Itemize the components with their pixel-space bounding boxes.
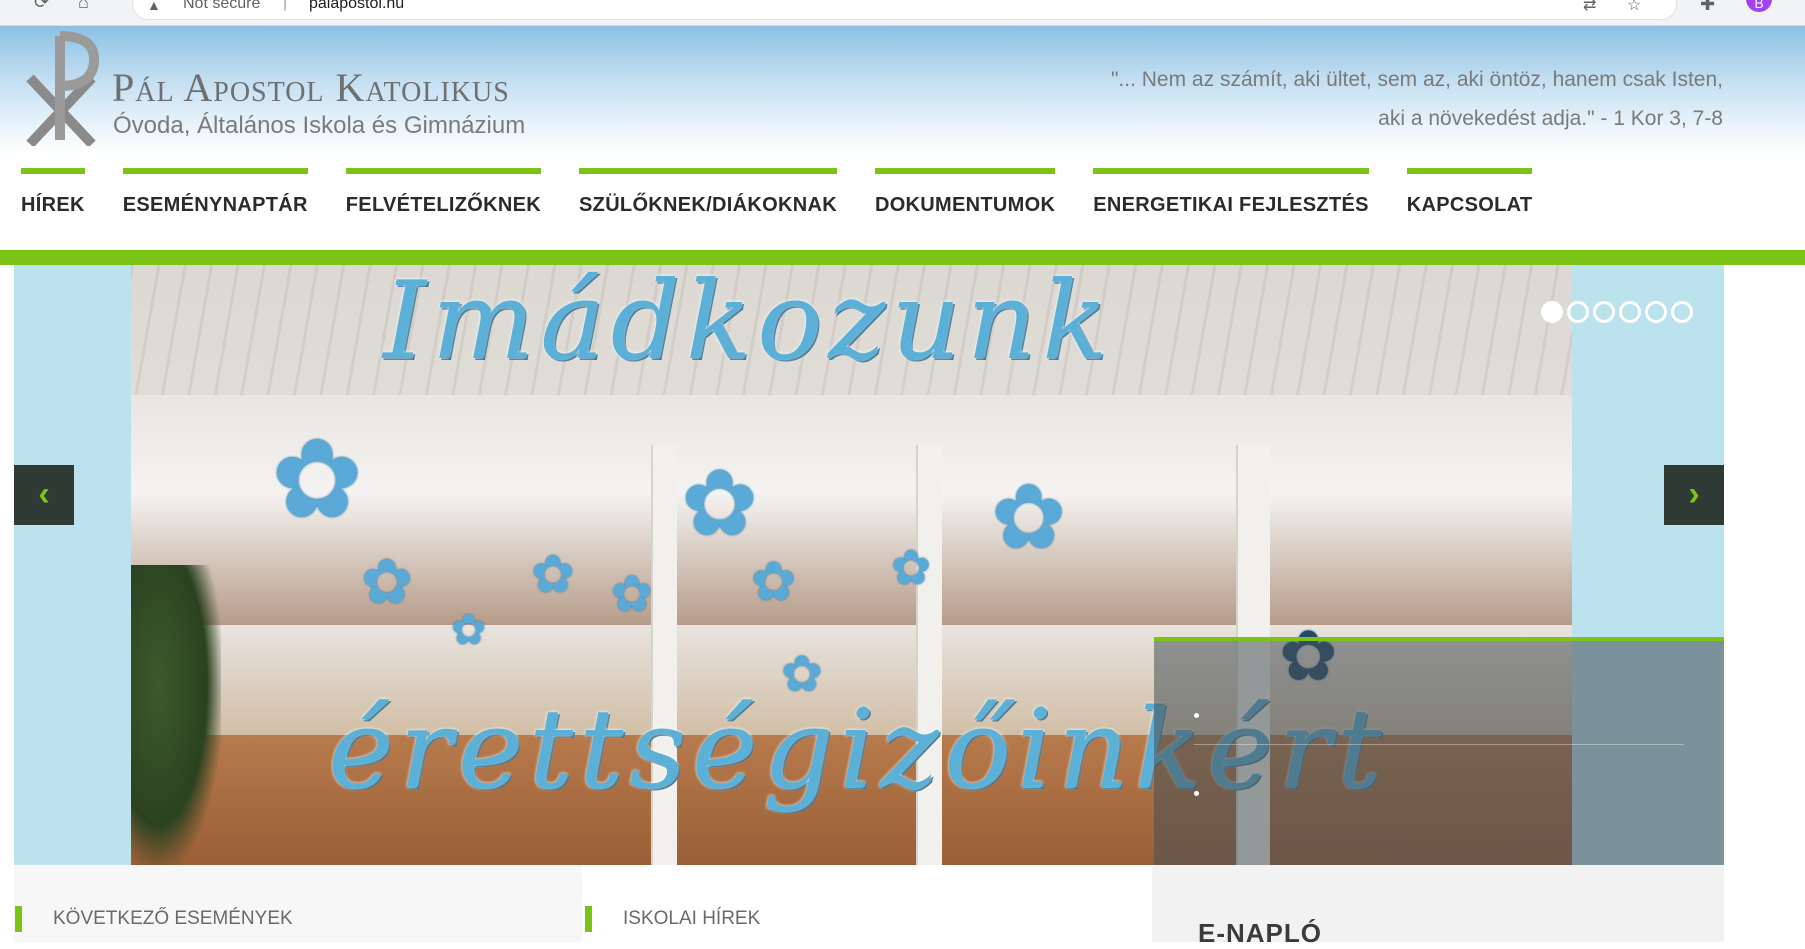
- quote-line-1: "... Nem az számít, aki ültet, sem az, a…: [1110, 68, 1723, 91]
- slider-dot-5[interactable]: [1645, 301, 1667, 323]
- address-separator: |: [283, 0, 288, 11]
- quote-line-2: aki a növekedést adja." - 1 Kor 3, 7-8: [1378, 107, 1723, 130]
- news-section-title: ISKOLAI HÍREK: [585, 906, 760, 932]
- main-navigation: HÍREK ESEMÉNYNAPTÁR FELVÉTELIZŐKNEK SZÜL…: [0, 168, 1549, 228]
- nav-item-szuloknek-diakoknak[interactable]: SZÜLŐKNEK/DIÁKOKNAK: [579, 168, 837, 228]
- nav-item-hirek[interactable]: HÍREK: [21, 168, 85, 228]
- photo-plant: [131, 565, 221, 865]
- paper-flower-icon: ✿: [891, 540, 932, 596]
- address-bar[interactable]: ▲ Not secure | palapostol.hu ⇄ ☆: [132, 0, 1677, 20]
- caption-dot: [1194, 713, 1199, 718]
- url-text[interactable]: palapostol.hu: [309, 0, 404, 13]
- image-slider[interactable]: ✿ ✿ ✿ ✿ ✿ ✿ ✿ ✿ ✿ ✿ ✿ Imádkozunk érettsé…: [14, 265, 1724, 865]
- slider-prev-button[interactable]: ‹: [14, 465, 74, 525]
- slide-headline-top: Imádkozunk: [383, 265, 1114, 384]
- home-icon[interactable]: ⌂: [78, 0, 89, 13]
- chi-rho-logo-icon[interactable]: [18, 28, 102, 146]
- nav-item-esemenynaptar[interactable]: ESEMÉNYNAPTÁR: [122, 168, 308, 228]
- chevron-right-icon: ›: [1688, 475, 1700, 513]
- nav-item-felvetelizoknek[interactable]: FELVÉTELIZŐKNEK: [345, 168, 542, 228]
- paper-flower-icon: ✿: [611, 565, 653, 623]
- slider-dot-1[interactable]: [1541, 301, 1563, 323]
- paper-flower-icon: ✿: [991, 465, 1067, 570]
- profile-avatar[interactable]: B: [1746, 0, 1772, 12]
- extensions-icon[interactable]: ✚: [1700, 0, 1715, 15]
- bookmark-star-icon[interactable]: ☆: [1627, 0, 1641, 15]
- slider-dot-3[interactable]: [1593, 301, 1615, 323]
- paper-flower-icon: ✿: [751, 550, 797, 613]
- slide-caption-box: [1154, 637, 1724, 865]
- warning-icon[interactable]: ▲: [147, 0, 161, 13]
- translate-icon[interactable]: ⇄: [1583, 0, 1596, 15]
- browser-toolbar: ⟳ ⌂ ▲ Not secure | palapostol.hu ⇄ ☆ ✚ B: [0, 0, 1805, 26]
- bible-quote: "... Nem az számít, aki ültet, sem az, a…: [963, 60, 1723, 138]
- nav-item-energetikai-fejlesztes[interactable]: ENERGETIKAI FEJLESZTÉS: [1093, 168, 1369, 228]
- caption-divider: [1194, 744, 1684, 745]
- security-label[interactable]: Not secure: [183, 0, 260, 13]
- enaplo-title[interactable]: E-NAPLÓ: [1198, 918, 1322, 949]
- paper-flower-icon: ✿: [681, 450, 759, 557]
- slider-dot-6[interactable]: [1671, 301, 1693, 323]
- paper-flower-icon: ✿: [361, 545, 413, 618]
- paper-flower-icon: ✿: [531, 545, 575, 605]
- slider-dot-4[interactable]: [1619, 301, 1641, 323]
- site-header: Pál Apostol Katolikus Óvoda, Általános I…: [0, 26, 1805, 250]
- nav-item-dokumentumok[interactable]: DOKUMENTUMOK: [874, 168, 1056, 228]
- site-subtitle: Óvoda, Általános Iskola és Gimnázium: [113, 112, 526, 139]
- events-column: [14, 865, 582, 942]
- slider-dot-2[interactable]: [1567, 301, 1589, 323]
- site-title[interactable]: Pál Apostol Katolikus: [112, 64, 510, 111]
- chevron-left-icon: ‹: [38, 475, 50, 513]
- nav-item-kapcsolat[interactable]: KAPCSOLAT: [1406, 168, 1533, 228]
- slider-pagination: [1541, 301, 1697, 323]
- slider-next-button[interactable]: ›: [1664, 465, 1724, 525]
- reload-icon[interactable]: ⟳: [34, 0, 49, 13]
- paper-flower-icon: ✿: [451, 605, 487, 654]
- events-section-title: KÖVETKEZŐ ESEMÉNYEK: [15, 906, 293, 932]
- header-divider: [0, 250, 1805, 265]
- paper-flower-icon: ✿: [271, 415, 364, 543]
- caption-dot: [1194, 791, 1199, 796]
